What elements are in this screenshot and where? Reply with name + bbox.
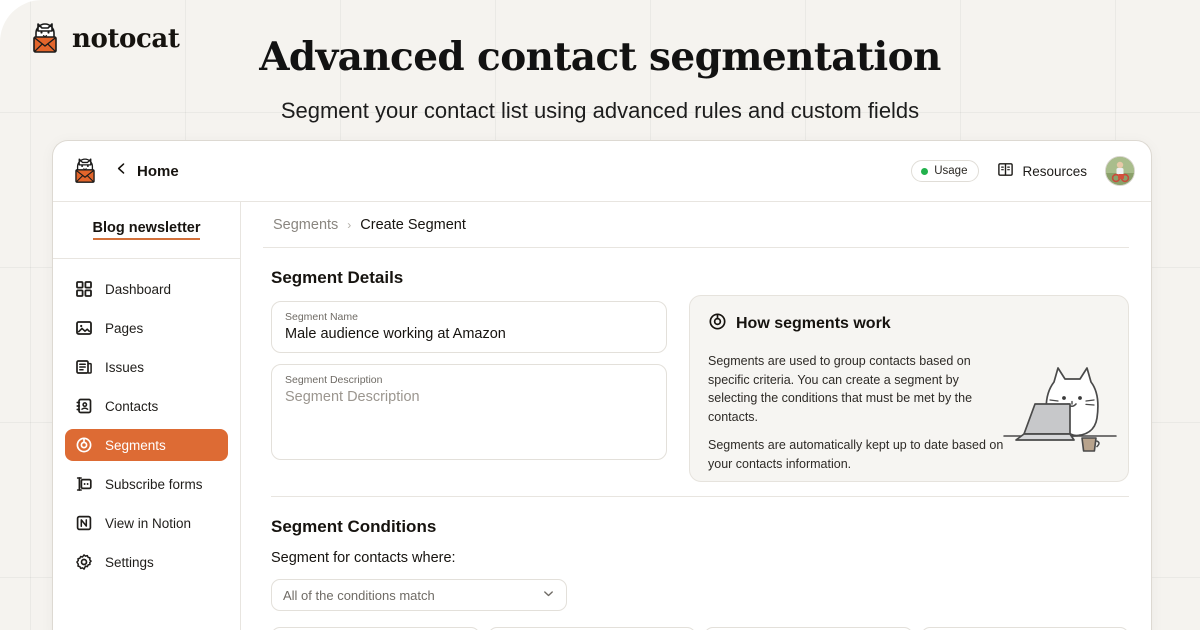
how-segments-work-panel: How segments work Segments are used to g… xyxy=(689,295,1129,482)
sidebar-item-label: View in Notion xyxy=(105,515,192,531)
cat-with-laptop-illustration-icon xyxy=(1002,346,1118,459)
match-mode-value: All of the conditions match xyxy=(283,587,435,603)
breadcrumb-separator: › xyxy=(347,217,352,232)
segment-description-input[interactable]: Segment Description xyxy=(285,389,653,405)
form-input-icon xyxy=(75,475,93,493)
info-paragraph-1: Segments are used to group contacts base… xyxy=(708,354,973,424)
resources-label: Resources xyxy=(1022,163,1087,179)
breadcrumb-parent[interactable]: Segments xyxy=(273,217,338,233)
topbar-right: Usage Resources xyxy=(911,156,1135,186)
app-body: Blog newsletter Dashboard Pages Issues C… xyxy=(53,202,1151,630)
info-header: How segments work xyxy=(708,312,1110,336)
sidebar-item-label: Dashboard xyxy=(105,281,172,297)
segment-conditions-lead: Segment for contacts where: xyxy=(271,550,456,566)
workspace-switcher[interactable]: Blog newsletter xyxy=(53,202,240,259)
segment-details-panel: Segment Details Segment Name Male audien… xyxy=(271,268,667,482)
sidebar-item-label: Subscribe forms xyxy=(105,476,203,492)
details-row: Segment Details Segment Name Male audien… xyxy=(241,248,1151,482)
sidebar-item-settings[interactable]: Settings xyxy=(65,546,228,578)
back-home-button[interactable]: Home xyxy=(115,162,179,180)
notion-icon xyxy=(75,514,93,532)
match-mode-select[interactable]: All of the conditions match xyxy=(271,579,567,611)
segment-description-field[interactable]: Segment Description Segment Description xyxy=(271,364,667,460)
sidebar-item-label: Segments xyxy=(105,437,166,453)
segment-name-label: Segment Name xyxy=(285,311,358,323)
main-content: Segments › Create Segment Segment Detail… xyxy=(241,202,1151,630)
target-icon xyxy=(708,312,727,336)
sidebar-item-label: Settings xyxy=(105,554,154,570)
sidebar-item-issues[interactable]: Issues xyxy=(65,351,228,383)
info-title: How segments work xyxy=(736,315,891,332)
sidebar-nav: Dashboard Pages Issues Contacts Segments… xyxy=(53,259,240,578)
usage-label: Usage xyxy=(934,165,968,177)
image-icon xyxy=(75,319,93,337)
address-book-icon xyxy=(75,397,93,415)
cat-envelope-logo-icon[interactable] xyxy=(71,154,99,189)
hero-section: notocat Advanced contact segmentation Se… xyxy=(0,0,1200,136)
newspaper-icon xyxy=(75,358,93,376)
avatar[interactable] xyxy=(1105,156,1135,186)
segment-name-field[interactable]: Segment Name Male audience working at Am… xyxy=(271,301,667,353)
app-topbar: Home Usage Resources xyxy=(53,141,1151,202)
app-window: Home Usage Resources Blog newsletter Das… xyxy=(52,140,1152,630)
sidebar-item-label: Contacts xyxy=(105,398,159,414)
sidebar-item-label: Issues xyxy=(105,359,145,375)
info-paragraph-2: Segments are automatically kept up to da… xyxy=(708,438,1004,471)
sidebar-item-pages[interactable]: Pages xyxy=(65,312,228,344)
sidebar-item-view-in-notion[interactable]: View in Notion xyxy=(65,507,228,539)
chevron-down-icon xyxy=(542,587,555,603)
chevron-left-icon xyxy=(115,162,128,180)
segment-name-input[interactable]: Male audience working at Amazon xyxy=(285,326,653,342)
page-root: notocat Advanced contact segmentation Se… xyxy=(0,0,1200,630)
hero-subtitle: Segment your contact list using advanced… xyxy=(280,98,920,123)
usage-status-dot-icon xyxy=(921,167,929,175)
book-icon xyxy=(997,161,1014,181)
target-icon xyxy=(75,436,93,454)
sidebar-item-contacts[interactable]: Contacts xyxy=(65,390,228,422)
workspace-name: Blog newsletter xyxy=(92,220,201,240)
hero-title: Advanced contact segmentation xyxy=(259,34,941,80)
back-home-label: Home xyxy=(137,162,179,180)
breadcrumb: Segments › Create Segment xyxy=(263,202,1129,248)
sidebar: Blog newsletter Dashboard Pages Issues C… xyxy=(53,202,241,630)
segment-description-label: Segment Description xyxy=(285,374,383,386)
sidebar-item-dashboard[interactable]: Dashboard xyxy=(65,273,228,305)
segment-details-heading: Segment Details xyxy=(271,268,404,287)
breadcrumb-current: Create Segment xyxy=(360,216,466,233)
sidebar-item-label: Pages xyxy=(105,320,144,336)
usage-button[interactable]: Usage xyxy=(911,160,980,182)
segment-conditions-heading: Segment Conditions xyxy=(271,517,437,536)
gear-icon xyxy=(75,553,93,571)
sidebar-item-subscribe-forms[interactable]: Subscribe forms xyxy=(65,468,228,500)
topbar-left: Home xyxy=(71,154,179,189)
segment-conditions-section: Segment Conditions Segment for contacts … xyxy=(271,496,1129,630)
sidebar-item-segments[interactable]: Segments xyxy=(65,429,228,461)
grid-icon xyxy=(75,280,93,298)
resources-button[interactable]: Resources xyxy=(997,161,1087,181)
